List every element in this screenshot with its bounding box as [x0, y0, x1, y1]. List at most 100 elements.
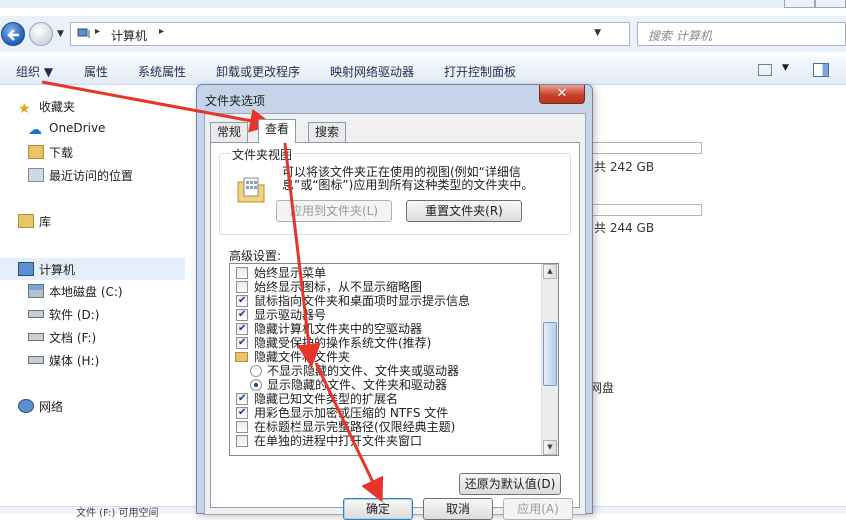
scrollbar-thumb[interactable]: [543, 322, 557, 386]
advanced-setting-label: 在标题栏显示完整路径(仅限经典主题): [254, 420, 456, 434]
nav-recent-places[interactable]: 最近访问的位置: [28, 167, 133, 184]
drive-icon: [28, 356, 44, 364]
checkbox[interactable]: [236, 308, 248, 322]
forward-button[interactable]: [29, 22, 53, 46]
drive-usage-bar: [592, 142, 702, 154]
advanced-setting-label: 显示隐藏的文件、文件夹和驱动器: [267, 378, 448, 392]
maximize-button[interactable]: [815, 0, 846, 8]
radio-button[interactable]: [250, 379, 262, 391]
advanced-setting-label: 始终显示菜单: [254, 266, 327, 280]
advanced-setting-label: 始终显示图标，从不显示缩略图: [254, 280, 423, 294]
nav-network[interactable]: 网络: [18, 398, 63, 415]
radio-button[interactable]: [250, 365, 262, 377]
back-button[interactable]: [1, 22, 25, 46]
drive-icon: [28, 310, 44, 318]
nav-computer[interactable]: 计算机: [18, 261, 75, 278]
download-folder-icon: [28, 145, 44, 159]
properties-button[interactable]: 属性: [84, 63, 108, 80]
nav-favorites[interactable]: ★ 收藏夹: [18, 98, 75, 117]
recent-pages-dropdown-icon[interactable]: ▼: [57, 29, 64, 39]
checkbox[interactable]: [236, 267, 248, 279]
nav-libraries[interactable]: 库: [18, 213, 51, 230]
folder-views-legend: 文件夹视图: [230, 146, 295, 163]
folder-views-group: 文件夹视图 可以将该文件夹正在使用的视图(例如“详细信息”或“图标”)应用到所有…: [219, 146, 571, 235]
tab-view[interactable]: 查看: [258, 119, 297, 143]
nav-onedrive[interactable]: ☁ OneDrive: [28, 121, 105, 138]
details-text: 文件 (F:) 可用空间: [76, 508, 159, 519]
recent-places-icon: [28, 168, 44, 182]
address-dropdown-icon[interactable]: ▼: [594, 28, 601, 38]
organize-button[interactable]: 组织 ▼: [16, 63, 53, 80]
uninstall-program-button[interactable]: 卸载或更改程序: [216, 63, 300, 80]
reset-folders-button[interactable]: 重置文件夹(R): [406, 200, 522, 222]
search-placeholder: 搜索 计算机: [648, 29, 712, 43]
apply-to-folders-button[interactable]: 应用到文件夹(L): [276, 200, 392, 222]
minimize-button[interactable]: [784, 0, 815, 8]
address-bar-row: ▼ ▸ 计算机 ▸ ▼ ⟲ 搜索 计算机: [0, 16, 846, 52]
advanced-settings-scrollbar[interactable]: ▲ ▼: [541, 264, 558, 455]
breadcrumb-chevron-icon[interactable]: ▸: [159, 26, 164, 37]
advanced-setting-label: 显示驱动器号: [254, 308, 327, 322]
tab-general[interactable]: 常规: [210, 122, 249, 142]
drive-free-space: 共 242 GB: [594, 160, 655, 174]
checkbox[interactable]: [236, 435, 248, 447]
scroll-down-icon[interactable]: ▼: [543, 440, 557, 455]
advanced-setting-label: 在单独的进程中打开文件夹窗口: [254, 434, 423, 448]
command-bar: 组织 ▼ 属性 系统属性 卸载或更改程序 映射网络驱动器 打开控制面板 ▼: [0, 57, 846, 85]
advanced-setting-label: 鼠标指向文件夹和桌面项时显示提示信息: [254, 294, 471, 308]
star-icon: ★: [18, 101, 31, 117]
checkbox[interactable]: [236, 281, 248, 293]
back-arrow-icon: [7, 29, 19, 41]
folder-icon: [235, 352, 248, 362]
view-options-icon[interactable]: [758, 64, 772, 76]
address-box[interactable]: ▸ 计算机 ▸ ▼ ⟲: [70, 22, 693, 46]
advanced-setting-label: 不显示隐藏的文件、文件夹或驱动器: [267, 364, 460, 378]
cancel-button[interactable]: 取消: [423, 498, 493, 520]
folder-view-icon: [237, 177, 265, 203]
folder-options-dialog: 文件夹选项 ✕ 常规 查看 搜索 文件夹视图 可以将该文件夹正在使用的视图(例如…: [196, 84, 593, 520]
advanced-settings-label: 高级设置:: [229, 249, 282, 263]
nav-downloads[interactable]: 下载: [28, 144, 73, 161]
nav-drive-d[interactable]: 软件 (D:): [28, 306, 99, 323]
apply-button[interactable]: 应用(A): [503, 498, 573, 520]
folder-views-description: 可以将该文件夹正在使用的视图(例如“详细信息”或“图标”)应用到所有这种类型的文…: [282, 165, 534, 192]
close-icon[interactable]: ✕: [539, 85, 585, 104]
title-bar: [0, 0, 846, 8]
advanced-setting-label: 隐藏计算机文件夹中的空驱动器: [254, 322, 423, 336]
restore-defaults-button[interactable]: 还原为默认值(D): [459, 473, 561, 495]
view-tab-panel: 文件夹视图 可以将该文件夹正在使用的视图(例如“详细信息”或“图标”)应用到所有…: [210, 142, 580, 508]
checkbox[interactable]: [236, 421, 248, 433]
system-properties-button[interactable]: 系统属性: [138, 63, 186, 80]
network-icon: [18, 399, 34, 413]
map-network-drive-button[interactable]: 映射网络驱动器: [330, 63, 414, 80]
drive-usage-bar: [592, 204, 702, 216]
computer-icon: [77, 28, 90, 38]
open-control-panel-button[interactable]: 打开控制面板: [444, 63, 516, 80]
breadcrumb-chevron-icon[interactable]: ▸: [95, 26, 100, 37]
checkbox[interactable]: [236, 336, 248, 350]
checkbox[interactable]: [236, 392, 248, 406]
view-dropdown-icon[interactable]: ▼: [782, 63, 789, 73]
nav-drive-h[interactable]: 媒体 (H:): [28, 352, 99, 369]
system-drive-icon: [28, 284, 44, 298]
checkbox[interactable]: [236, 322, 248, 336]
nav-drive-c[interactable]: 本地磁盘 (C:): [28, 283, 123, 300]
computer-icon: [18, 262, 34, 276]
advanced-setting-label: 用彩色显示加密或压缩的 NTFS 文件: [254, 406, 449, 420]
checkbox[interactable]: [236, 294, 248, 308]
advanced-settings-list[interactable]: 始终显示菜单始终显示图标，从不显示缩略图鼠标指向文件夹和桌面项时显示提示信息显示…: [229, 263, 559, 456]
breadcrumb-computer[interactable]: 计算机: [111, 27, 147, 44]
tab-search[interactable]: 搜索: [308, 122, 347, 142]
scroll-up-icon[interactable]: ▲: [543, 264, 557, 279]
nav-drive-f[interactable]: 文档 (F:): [28, 329, 96, 346]
drive-free-space: 共 244 GB: [594, 221, 655, 235]
preview-pane-icon[interactable]: [813, 63, 829, 77]
advanced-setting-label: 隐藏文件和文件夹: [254, 350, 351, 364]
ok-button[interactable]: 确定: [343, 498, 413, 520]
checkbox[interactable]: [236, 406, 248, 420]
library-icon: [18, 214, 34, 228]
dialog-title: 文件夹选项: [205, 94, 266, 108]
cloud-icon: ☁: [28, 122, 42, 138]
search-input[interactable]: 搜索 计算机: [637, 22, 846, 46]
content-item-fragment: 网盘: [590, 381, 615, 395]
